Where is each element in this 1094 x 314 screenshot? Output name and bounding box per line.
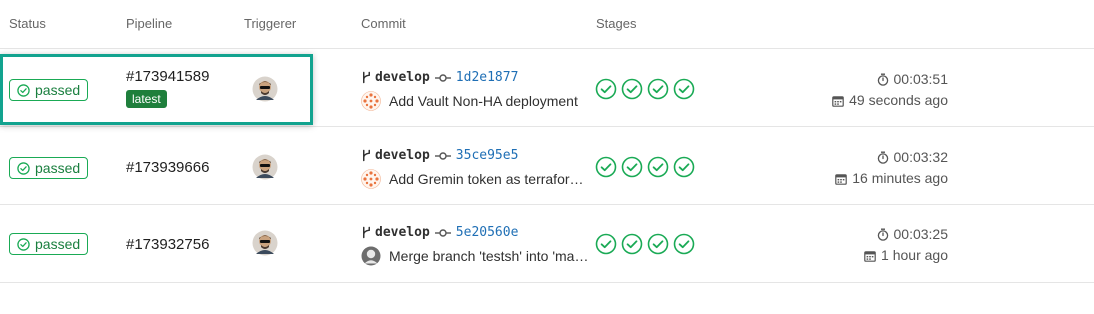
finished-time: 49 seconds ago: [849, 92, 948, 108]
branch-link[interactable]: develop: [375, 148, 430, 163]
pipeline-id-link[interactable]: #173932756: [126, 236, 209, 253]
status-label: passed: [35, 160, 81, 176]
calendar-icon: [835, 173, 847, 185]
author-avatar[interactable]: [361, 91, 381, 111]
stage-status-button[interactable]: [621, 78, 643, 100]
table-row: passed #173939666 develop 35ce95e5 Add G…: [0, 127, 1094, 205]
calendar-icon: [832, 95, 844, 107]
stage-status-button[interactable]: [595, 233, 617, 255]
header-status: Status: [9, 16, 46, 31]
commit-sha-link[interactable]: 5e20560e: [456, 225, 519, 240]
status-label: passed: [35, 236, 81, 252]
author-avatar[interactable]: [361, 246, 381, 266]
commit-sha-link[interactable]: 35ce95e5: [456, 148, 519, 163]
status-badge[interactable]: passed: [9, 233, 89, 255]
timer-icon: [877, 151, 889, 164]
check-circle-icon: [17, 238, 30, 251]
branch-icon: [361, 149, 372, 162]
highlight-box: [0, 54, 313, 125]
author-avatar[interactable]: [361, 169, 381, 189]
commit-icon: [435, 228, 451, 238]
stages-group: [595, 78, 695, 100]
header-stages: Stages: [596, 16, 637, 31]
commit-icon: [435, 151, 451, 161]
finished-time: 16 minutes ago: [852, 170, 948, 186]
duration: 00:03:25: [893, 226, 949, 242]
table-row: passed #173932756 develop 5e20560e Merge…: [0, 205, 1094, 283]
header-commit: Commit: [361, 16, 406, 31]
check-circle-icon: [17, 162, 30, 175]
branch-icon: [361, 71, 372, 84]
commit-title-link[interactable]: Add Vault Non-HA deployment: [389, 93, 578, 109]
stages-group: [595, 156, 695, 178]
stage-status-button[interactable]: [595, 156, 617, 178]
triggerer-avatar[interactable]: [252, 230, 278, 256]
stages-group: [595, 233, 695, 255]
table-header: Status Pipeline Triggerer Commit Stages: [0, 0, 1094, 49]
duration: 00:03:32: [893, 149, 949, 165]
branch-link[interactable]: develop: [375, 70, 430, 85]
stage-status-button[interactable]: [647, 78, 669, 100]
stage-status-button[interactable]: [647, 233, 669, 255]
branch-link[interactable]: develop: [375, 225, 430, 240]
stage-status-button[interactable]: [673, 78, 695, 100]
status-badge[interactable]: passed: [9, 157, 89, 179]
finished-time: 1 hour ago: [881, 247, 948, 263]
timer-icon: [877, 73, 889, 86]
stage-status-button[interactable]: [621, 156, 643, 178]
commit-sha-link[interactable]: 1d2e1877: [456, 70, 519, 85]
header-triggerer: Triggerer: [244, 16, 297, 31]
commit-title-link[interactable]: Merge branch 'testsh' into 'master': [389, 248, 589, 264]
stage-status-button[interactable]: [673, 233, 695, 255]
stage-status-button[interactable]: [647, 156, 669, 178]
triggerer-avatar[interactable]: [252, 154, 278, 180]
commit-title-link[interactable]: Add Gremin token as terraform variable: [389, 171, 589, 187]
stage-status-button[interactable]: [595, 78, 617, 100]
calendar-icon: [864, 250, 876, 262]
branch-icon: [361, 226, 372, 239]
stage-status-button[interactable]: [673, 156, 695, 178]
header-pipeline: Pipeline: [126, 16, 173, 31]
pipeline-id-link[interactable]: #173939666: [126, 159, 209, 176]
timer-icon: [877, 228, 889, 241]
duration: 00:03:51: [893, 71, 949, 87]
stage-status-button[interactable]: [621, 233, 643, 255]
commit-icon: [435, 73, 451, 83]
